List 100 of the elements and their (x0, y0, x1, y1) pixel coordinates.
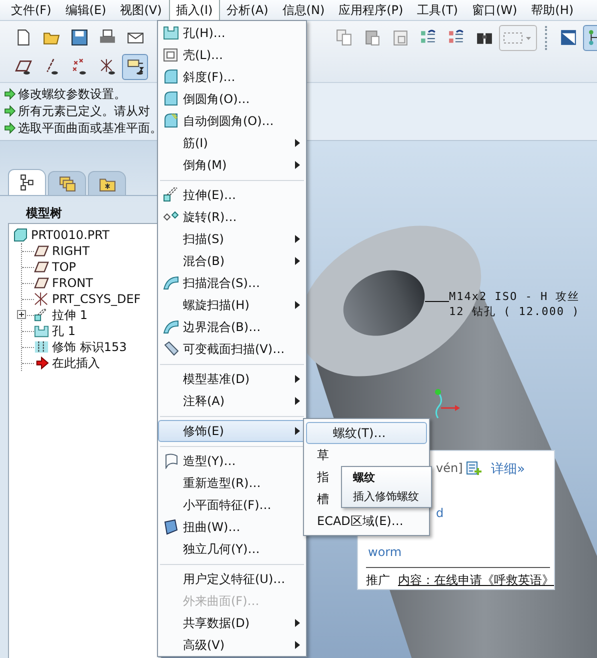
menu-item[interactable]: 扫描(S) (158, 228, 306, 250)
menu-item[interactable]: 扭曲(W)… (158, 516, 306, 538)
menu-item[interactable]: 修饰(E) (158, 420, 306, 442)
tree-item[interactable]: PRT_CSYS_DEF (34, 291, 141, 307)
tree-item[interactable]: PRT0010.PRT (13, 227, 158, 243)
submenu-arrow-icon (295, 139, 301, 147)
menu-item[interactable]: 孔(H)… (158, 22, 306, 44)
menu-item[interactable]: 斜度(F)… (158, 66, 306, 88)
menu-item[interactable]: 混合(B) (158, 250, 306, 272)
tree-item[interactable]: 孔 1 (34, 323, 76, 339)
menu-item[interactable]: 高级(V) (158, 634, 306, 656)
add-note-icon[interactable] (466, 460, 482, 476)
menu-item[interactable]: 螺旋扫描(H) (158, 294, 306, 316)
arrow-icon (4, 122, 16, 134)
layers-tab[interactable] (48, 171, 86, 195)
datum-plane-icon (34, 276, 49, 290)
submenu-arrow-icon (295, 375, 301, 383)
tree-item[interactable]: 修饰 标识153 (34, 339, 127, 355)
tree-tab[interactable] (8, 169, 46, 195)
message-text: 修改螺纹参数设置。 (18, 86, 126, 102)
sweep-icon (163, 341, 179, 357)
tooltip-title: 螺纹 (353, 470, 376, 485)
submenu-arrow-icon (295, 397, 301, 405)
menu-bar-item[interactable]: 应用程序(P) (332, 0, 410, 22)
leader-line (425, 301, 449, 302)
details-link[interactable]: 详细» (491, 460, 525, 478)
menu-item[interactable]: 注释(A) (158, 390, 306, 412)
menu-bar-item[interactable]: 视图(V) (113, 0, 169, 22)
menu-item[interactable]: 独立几何(Y)… (158, 538, 306, 560)
tree-item[interactable]: 在此插入 (34, 355, 100, 371)
related-word-link[interactable]: worm (368, 545, 402, 559)
datum-plane-icon (34, 244, 49, 258)
menu-bar-item[interactable]: 编辑(E) (58, 0, 114, 22)
message-text: 所有元素已定义。请从对 (18, 102, 150, 120)
arrow-icon (4, 88, 16, 100)
panel-title: 模型树 (24, 205, 63, 222)
submenu-arrow-icon (295, 161, 301, 169)
menu-item[interactable]: 用户定义特征(U)… (158, 568, 306, 590)
menu-bar-item[interactable]: 信息(N) (275, 0, 332, 22)
menu-item[interactable]: 小平面特征(F)… (158, 494, 306, 516)
menu-item[interactable]: 扫描混合(S)… (158, 272, 306, 294)
draft-icon (163, 69, 179, 85)
menu-item[interactable]: 模型基准(D) (158, 368, 306, 390)
tree-item[interactable]: RIGHT (34, 243, 90, 259)
extrude-icon (163, 187, 179, 203)
menu-item[interactable]: 草 (306, 444, 427, 466)
tree-item[interactable]: 拉伸 1 (34, 307, 88, 323)
promo-link[interactable]: 内容：在线申请《呼救英语》 (398, 572, 554, 589)
swept-blend-icon (163, 275, 179, 291)
tooltip-text: 插入修饰螺纹 (353, 489, 420, 504)
arrow-icon (4, 105, 16, 117)
menu-item[interactable]: 共享数据(D) (158, 612, 306, 634)
menu-item[interactable]: ECAD区域(E)… (306, 510, 427, 532)
flag-icon (163, 453, 179, 469)
hole-icon (163, 25, 179, 41)
tree-structure-icon (18, 174, 36, 191)
insert-arrow-icon (34, 356, 49, 370)
warp-icon (163, 519, 179, 535)
menu-bar-item[interactable]: 帮助(H) (524, 0, 581, 22)
menu-item[interactable]: 边界混合(B)… (158, 316, 306, 338)
tree-item[interactable]: TOP (34, 259, 76, 275)
submenu-arrow-icon (295, 641, 301, 649)
thread-annotation: M14x2 ISO - H 攻丝 (449, 289, 580, 304)
datum-plane-icon (34, 260, 49, 274)
menu-item[interactable]: 拉伸(E)… (158, 184, 306, 206)
menu-item[interactable]: 旋转(R)… (158, 206, 306, 228)
expand-toggle[interactable] (17, 310, 26, 319)
thread-icon (34, 340, 49, 354)
promo-label: 推广 (366, 572, 390, 589)
extrude-icon (34, 308, 49, 322)
menu-item[interactable]: 造型(Y)… (158, 450, 306, 472)
hole-icon (34, 324, 49, 338)
menu-bar-item[interactable]: 窗口(W) (464, 0, 524, 22)
submenu-arrow-icon (295, 301, 301, 309)
layers-icon (58, 175, 76, 192)
annotation-icon[interactable] (122, 54, 148, 80)
submenu-arrow-icon (295, 235, 301, 243)
thread-annotation: 12 钻孔 ( 12.000 ) (449, 304, 580, 319)
menu-bar-item[interactable]: 工具(T) (410, 0, 465, 22)
menu-item[interactable]: 倒圆角(O)… (158, 88, 306, 110)
menu-item[interactable]: 螺纹(T)… (306, 422, 427, 444)
menu-item[interactable]: 壳(L)… (158, 44, 306, 66)
definition-text: d (436, 506, 444, 520)
shell-icon (163, 47, 179, 63)
submenu-arrow-icon (295, 257, 301, 265)
tree-item[interactable]: FRONT (34, 275, 93, 291)
menu-bar-item[interactable]: 插入(I) (168, 0, 220, 21)
round-icon (163, 91, 179, 107)
submenu-arrow-icon (295, 427, 301, 435)
boundary-blend-icon (163, 319, 179, 335)
folder-tab[interactable] (88, 171, 126, 195)
part-icon (13, 228, 28, 242)
menu-item[interactable]: 可变截面扫描(V)… (158, 338, 306, 360)
coordinate-system-icon (34, 292, 49, 306)
auto-round-icon (163, 113, 179, 129)
menu-bar-item[interactable]: 文件(F) (4, 0, 58, 22)
menu-bar-item[interactable]: 分析(A) (220, 0, 276, 22)
menu-item[interactable]: 倒角(M) (158, 154, 306, 176)
phonetic-text: vén] (436, 461, 463, 475)
menu-item[interactable]: 重新造型(R)… (158, 472, 306, 494)
